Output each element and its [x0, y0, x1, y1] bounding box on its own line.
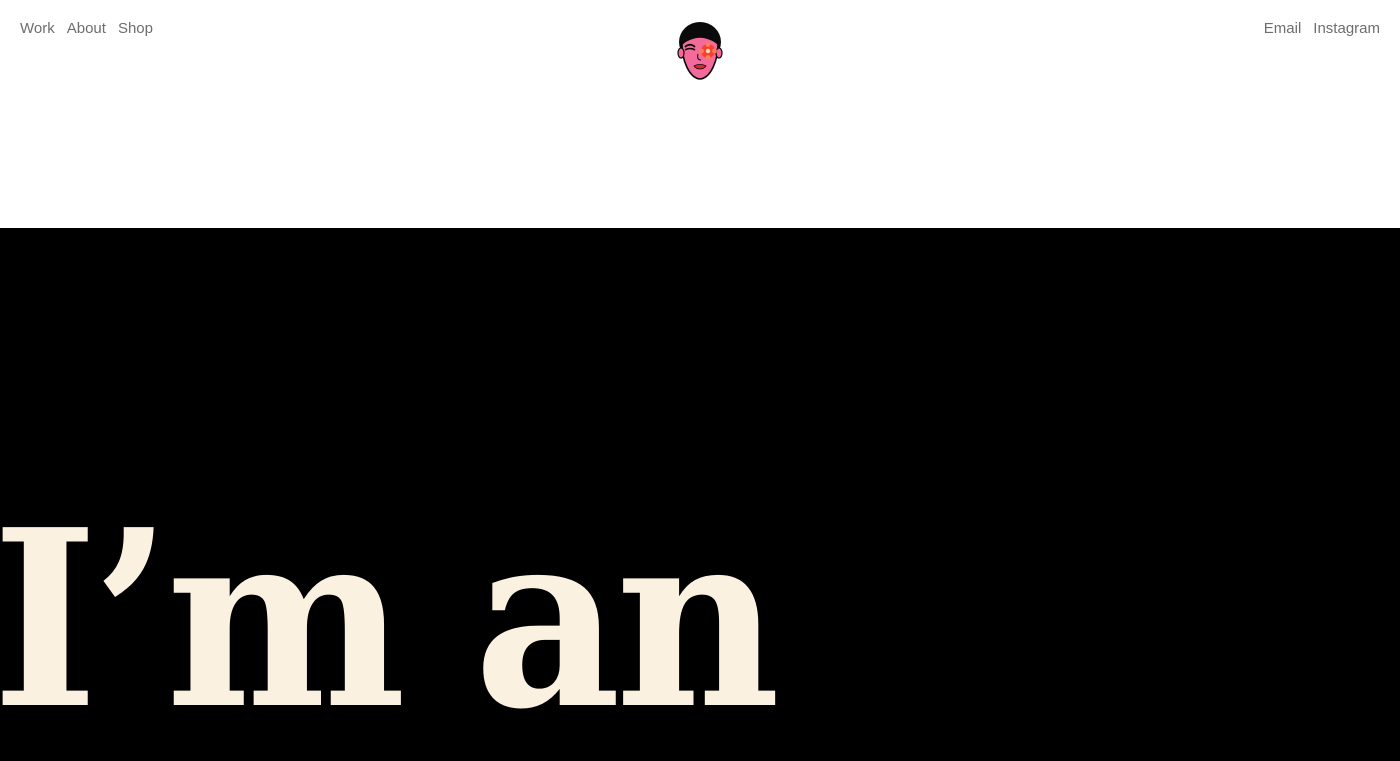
hero-section: I’m an — [0, 228, 1400, 761]
nav-link-email[interactable]: Email — [1264, 19, 1302, 39]
face-avatar-icon — [677, 22, 723, 80]
social-nav: Email Instagram — [1264, 19, 1380, 39]
primary-nav: Work About Shop — [20, 19, 153, 39]
site-header: Work About Shop Email Instagram — [0, 0, 1400, 228]
nav-link-shop[interactable]: Shop — [118, 19, 153, 39]
hero-headline: I’m an — [0, 476, 780, 761]
nav-link-about[interactable]: About — [67, 19, 106, 39]
home-logo-link[interactable] — [676, 20, 724, 82]
nav-link-instagram[interactable]: Instagram — [1313, 19, 1380, 39]
nav-link-work[interactable]: Work — [20, 19, 55, 39]
